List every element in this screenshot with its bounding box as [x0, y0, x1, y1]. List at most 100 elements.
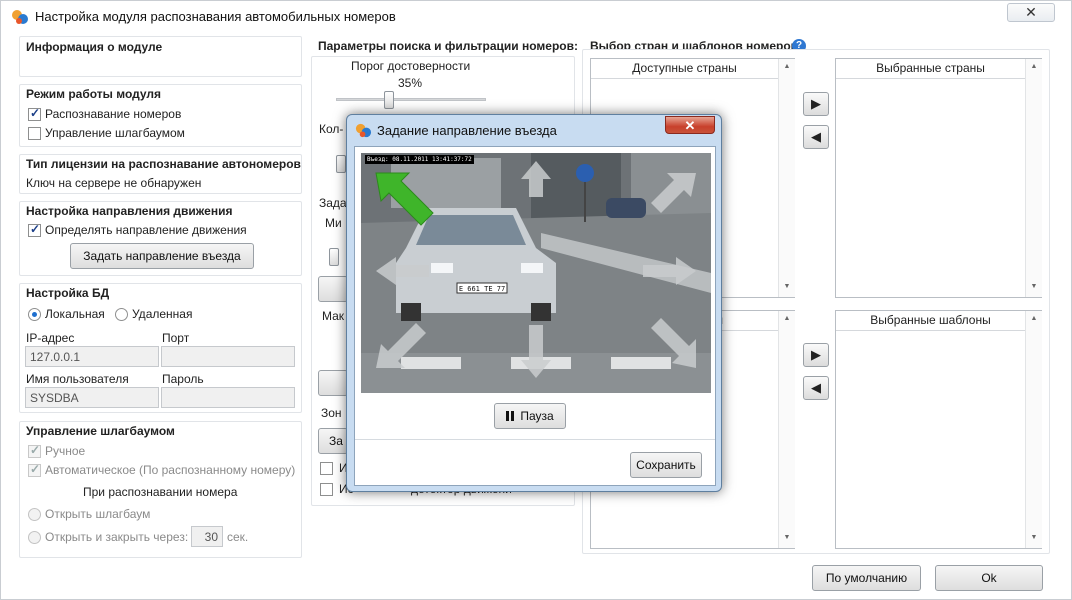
zones-label: Зон [321, 406, 342, 420]
arrow-left-icon: ◀ [811, 380, 821, 395]
on-recognition-label: При распознавании номера [83, 485, 238, 499]
min-label: Ми [325, 216, 342, 230]
selected-countries-list[interactable]: Выбранные страны ▲ ▼ [835, 58, 1042, 298]
middle-button-1[interactable] [318, 276, 348, 302]
remove-template-button[interactable]: ◀ [803, 376, 829, 400]
threshold-slider-track [336, 98, 486, 101]
user-input[interactable]: SYSDBA [25, 387, 159, 408]
app-logo-icon [12, 10, 28, 24]
count-label: Кол- [319, 122, 344, 136]
min-slider[interactable] [329, 248, 339, 266]
arrow-right-icon: ▶ [811, 96, 821, 111]
threshold-value: 35% [398, 76, 423, 90]
barrier-header: Управление шлагбаумом [26, 424, 175, 438]
mode-group: Режим работы модуля Распознавание номеро… [19, 84, 302, 147]
ok-button[interactable]: Ok [935, 565, 1043, 591]
default-button[interactable]: По умолчанию [812, 565, 921, 591]
remove-country-button[interactable]: ◀ [803, 125, 829, 149]
recognition-label: Распознавание номеров [45, 107, 182, 121]
set-direction-button[interactable]: Задать направление въезда [70, 243, 254, 269]
dialog-title: Задание направление въезда [377, 123, 557, 138]
ip-label: IP-адрес [26, 331, 75, 345]
middle-checkbox-1[interactable] [320, 462, 333, 475]
direction-header: Настройка направления движения [26, 204, 233, 218]
scroll-up-icon[interactable]: ▲ [1026, 63, 1042, 70]
password-input[interactable] [161, 387, 295, 408]
scroll-down-icon[interactable]: ▼ [1026, 534, 1042, 541]
dialog-body: Е 661 ТЕ 77 Въезд: 08.11.2011 13:41:37:7… [354, 146, 716, 486]
count-slider[interactable] [336, 155, 346, 173]
dialog-close-button[interactable]: ✕ [665, 116, 715, 134]
window-close-button[interactable]: ✕ [1007, 3, 1055, 22]
search-params-header: Параметры поиска и фильтрации номеров: [318, 39, 579, 53]
seconds-unit: сек. [227, 530, 249, 544]
barrier-mode-label: Управление шлагбаумом [45, 126, 185, 140]
scroll-up-icon[interactable]: ▲ [1026, 315, 1042, 322]
manual-checkbox[interactable] [28, 443, 41, 458]
db-remote-label: Удаленная [132, 307, 193, 321]
dialog-divider [355, 439, 715, 440]
selected-countries-header: Выбранные страны [836, 59, 1025, 79]
threshold-label: Порог достоверности [351, 59, 471, 73]
open-close-label: Открыть и закрыть через: [45, 530, 189, 544]
scroll-down-icon[interactable]: ▼ [779, 534, 795, 541]
ip-input[interactable]: 127.0.0.1 [25, 346, 159, 367]
auto-label: Автоматическое (По распознанному номеру) [45, 463, 296, 477]
port-input[interactable] [161, 346, 295, 367]
license-status: Ключ на сервере не обнаружен [26, 176, 202, 190]
user-label: Имя пользователя [26, 372, 129, 386]
camera-frame: Е 661 ТЕ 77 [361, 153, 711, 393]
camera-timestamp: Въезд: 08.11.2011 13:41:37:72 [365, 155, 474, 164]
selected-templates-scrollbar[interactable]: ▲ ▼ [1025, 311, 1042, 548]
recognition-checkbox[interactable] [28, 106, 41, 121]
db-remote-radio[interactable] [115, 308, 128, 321]
scroll-up-icon[interactable]: ▲ [779, 63, 795, 70]
direction-group: Настройка направления движения Определят… [19, 201, 302, 276]
selected-templates-list[interactable]: Выбранные шаблоны ▲ ▼ [835, 310, 1042, 549]
manual-label: Ручное [45, 444, 86, 458]
detect-direction-label: Определять направление движения [45, 223, 247, 237]
selected-countries-scrollbar[interactable]: ▲ ▼ [1025, 59, 1042, 297]
db-local-radio[interactable] [28, 308, 41, 321]
pause-button[interactable]: Пауза [494, 403, 566, 429]
zone-params-label: Зада [319, 196, 347, 210]
auto-checkbox[interactable] [28, 462, 41, 477]
title-bar: Настройка модуля распознавания автомобил… [1, 1, 1071, 31]
password-label: Пароль [162, 372, 204, 386]
scroll-down-icon[interactable]: ▼ [779, 283, 795, 290]
zone-button[interactable]: За [318, 428, 348, 454]
camera-view: Е 661 ТЕ 77 Въезд: 08.11.2011 13:41:37:7… [361, 153, 711, 393]
direction-dialog: Задание направление въезда ✕ Е 661 ТЕ 77… [346, 114, 722, 492]
module-info-header: Информация о модуле [26, 40, 163, 54]
save-button[interactable]: Сохранить [630, 452, 702, 478]
add-template-button[interactable]: ▶ [803, 343, 829, 367]
add-country-button[interactable]: ▶ [803, 92, 829, 116]
selected-templates-header: Выбранные шаблоны [836, 311, 1025, 331]
open-close-radio[interactable] [28, 531, 41, 544]
pause-button-label: Пауза [520, 409, 554, 423]
detect-direction-checkbox[interactable] [28, 222, 41, 237]
arrow-right-icon: ▶ [811, 347, 821, 362]
module-info-group: Информация о модуле [19, 36, 302, 77]
barrier-mode-checkbox[interactable] [28, 127, 41, 140]
threshold-slider[interactable] [383, 91, 394, 109]
available-countries-scrollbar[interactable]: ▲ ▼ [778, 59, 795, 297]
available-templates-scrollbar[interactable]: ▲ ▼ [778, 311, 795, 548]
barrier-group: Управление шлагбаумом Ручное Автоматичес… [19, 421, 302, 558]
license-group: Тип лицензии на распознавание автономеро… [19, 154, 302, 194]
scroll-down-icon[interactable]: ▼ [1026, 283, 1042, 290]
seconds-input[interactable]: 30 [191, 526, 223, 547]
db-header: Настройка БД [26, 286, 110, 300]
mode-header: Режим работы модуля [26, 87, 162, 101]
middle-checkbox-2[interactable] [320, 483, 333, 496]
license-header: Тип лицензии на распознавание автономеро… [26, 157, 301, 171]
available-countries-header: Доступные страны [591, 59, 778, 79]
pause-icon [506, 411, 515, 421]
open-barrier-label: Открыть шлагбаум [45, 507, 151, 521]
license-plate: Е 661 ТЕ 77 [459, 285, 505, 293]
middle-button-2[interactable] [318, 370, 348, 396]
arrow-left-icon: ◀ [811, 129, 821, 144]
open-barrier-radio[interactable] [28, 508, 41, 521]
scroll-up-icon[interactable]: ▲ [779, 315, 795, 322]
main-window: Настройка модуля распознавания автомобил… [0, 0, 1072, 600]
